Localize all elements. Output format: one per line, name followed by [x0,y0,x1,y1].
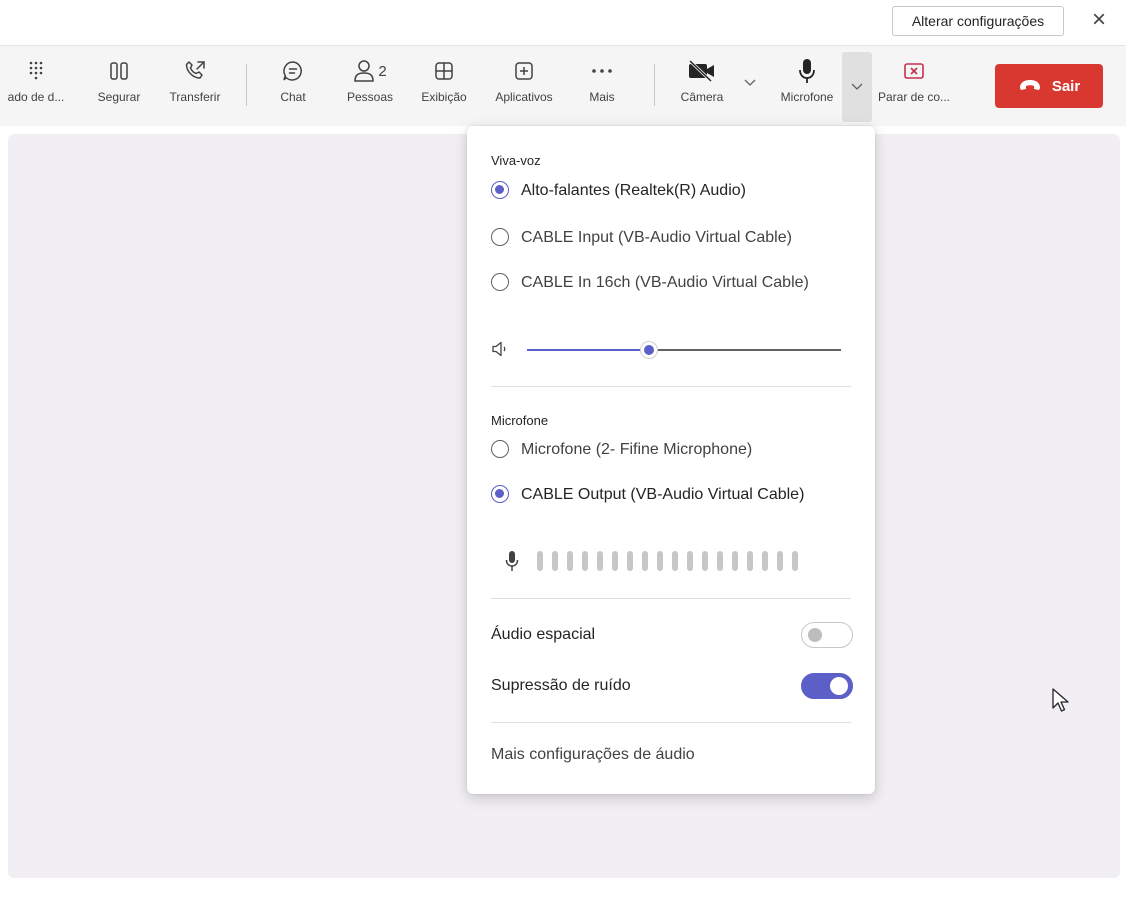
audio-settings-flyout: Viva-voz Alto-falantes (Realtek(R) Audio… [467,126,875,794]
speaker-option-cable-in-16ch[interactable]: CABLE In 16ch (VB-Audio Virtual Cable) [491,271,861,294]
section-divider [491,598,851,599]
mic-level-bar [552,551,558,571]
mic-level-bar [537,551,543,571]
mic-level-bar [687,551,693,571]
mic-level-bar [702,551,708,571]
microphone-button[interactable]: Microfone [768,54,846,118]
speaker-option-cable-input[interactable]: CABLE Input (VB-Audio Virtual Cable) [491,226,861,249]
leave-button[interactable]: Sair [995,64,1103,108]
section-divider [491,386,851,387]
view-label: Exibição [421,90,467,104]
transfer-button[interactable]: Transferir [160,54,230,118]
spatial-audio-label: Áudio espacial [491,626,596,643]
people-label: Pessoas [346,90,394,104]
close-icon[interactable]: × [1084,6,1114,36]
dialpad-label: ado de d... [7,90,65,104]
section-divider [491,722,851,723]
mic-level-icon [505,550,519,577]
mic-level-bar [732,551,738,571]
mic-level-bar [747,551,753,571]
noise-suppression-toggle[interactable] [801,673,853,699]
transfer-label: Transferir [169,90,221,104]
speaker-volume-slider[interactable] [527,341,841,359]
speaker-option-label: CABLE Input (VB-Audio Virtual Cable) [521,229,792,246]
mic-level-bar [567,551,573,571]
noise-suppression-label: Supressão de ruído [491,677,631,694]
chat-label: Chat [280,90,306,104]
more-audio-settings-link[interactable]: Mais configurações de áudio [491,746,695,764]
more-button[interactable]: Mais [580,54,624,118]
microphone-option-label: CABLE Output (VB-Audio Virtual Cable) [521,486,805,503]
leave-label: Sair [1051,77,1081,95]
people-count-badge: 2 [378,62,387,80]
camera-button[interactable]: Câmera [672,54,732,118]
microphone-icon [797,54,817,88]
mic-level-meter [537,551,798,571]
mic-level-bar [657,551,663,571]
stop-sharing-button[interactable]: Parar de co... [878,54,950,118]
mic-level-bar [672,551,678,571]
microphone-section-title: Microfone [491,413,549,428]
title-bar: Alterar configurações × [0,0,1126,46]
grid-view-icon [433,54,455,88]
spatial-audio-toggle[interactable] [801,622,853,648]
slider-thumb[interactable] [640,341,659,359]
meeting-toolbar: ado de d... Segurar Transferir Chat 2 Pe… [0,46,1126,126]
speaker-volume-icon [491,340,509,363]
mouse-cursor-icon [1052,688,1070,719]
camera-label: Câmera [680,90,724,104]
chat-icon [281,54,305,88]
people-icon: 2 [353,54,387,88]
speaker-option-label: CABLE In 16ch (VB-Audio Virtual Cable) [521,274,809,291]
mic-level-bar [792,551,798,571]
radio-button[interactable] [491,273,509,291]
view-button[interactable]: Exibição [414,54,474,118]
change-settings-button[interactable]: Alterar configurações [892,6,1064,36]
pause-icon [108,54,130,88]
stop-sharing-icon [903,54,925,88]
apps-label: Aplicativos [495,90,553,104]
radio-button[interactable] [491,181,509,199]
slider-fill [527,349,650,351]
mic-level-bar [717,551,723,571]
camera-off-icon [687,54,717,88]
dialpad-icon [26,54,46,88]
mic-level-bar [612,551,618,571]
speaker-option-label: Alto-falantes (Realtek(R) Audio) [521,182,746,199]
microphone-option-fifine[interactable]: Microfone (2- Fifine Microphone) [491,438,861,461]
transfer-call-icon [183,54,207,88]
hold-label: Segurar [97,90,141,104]
mic-level-bar [642,551,648,571]
dialpad-button[interactable]: ado de d... [4,54,68,118]
hold-button[interactable]: Segurar [92,54,146,118]
speaker-section-title: Viva-voz [491,153,541,168]
hang-up-icon [1018,78,1042,95]
toolbar-divider [246,64,247,106]
mic-level-bar [627,551,633,571]
camera-options-chevron-icon[interactable] [740,68,760,98]
microphone-label: Microfone [780,90,834,104]
people-button[interactable]: 2 Pessoas [338,54,402,118]
microphone-option-label: Microfone (2- Fifine Microphone) [521,441,753,458]
add-app-icon [513,54,535,88]
radio-button[interactable] [491,228,509,246]
noise-suppression-row: Supressão de ruído [491,671,853,701]
mic-level-bar [762,551,768,571]
apps-button[interactable]: Aplicativos [486,54,562,118]
mic-level-bar [777,551,783,571]
spatial-audio-row: Áudio espacial [491,620,853,650]
radio-button[interactable] [491,440,509,458]
more-icon [591,54,613,88]
radio-button[interactable] [491,485,509,503]
speaker-option-realtek[interactable]: Alto-falantes (Realtek(R) Audio) [491,179,861,202]
stop-sharing-label: Parar de co... [877,90,951,104]
chat-button[interactable]: Chat [270,54,316,118]
toolbar-divider [654,64,655,106]
microphone-option-cable-output[interactable]: CABLE Output (VB-Audio Virtual Cable) [491,483,861,506]
mic-level-bar [582,551,588,571]
mic-level-bar [597,551,603,571]
microphone-options-chevron-icon[interactable] [842,52,872,122]
more-label: Mais [589,90,615,104]
